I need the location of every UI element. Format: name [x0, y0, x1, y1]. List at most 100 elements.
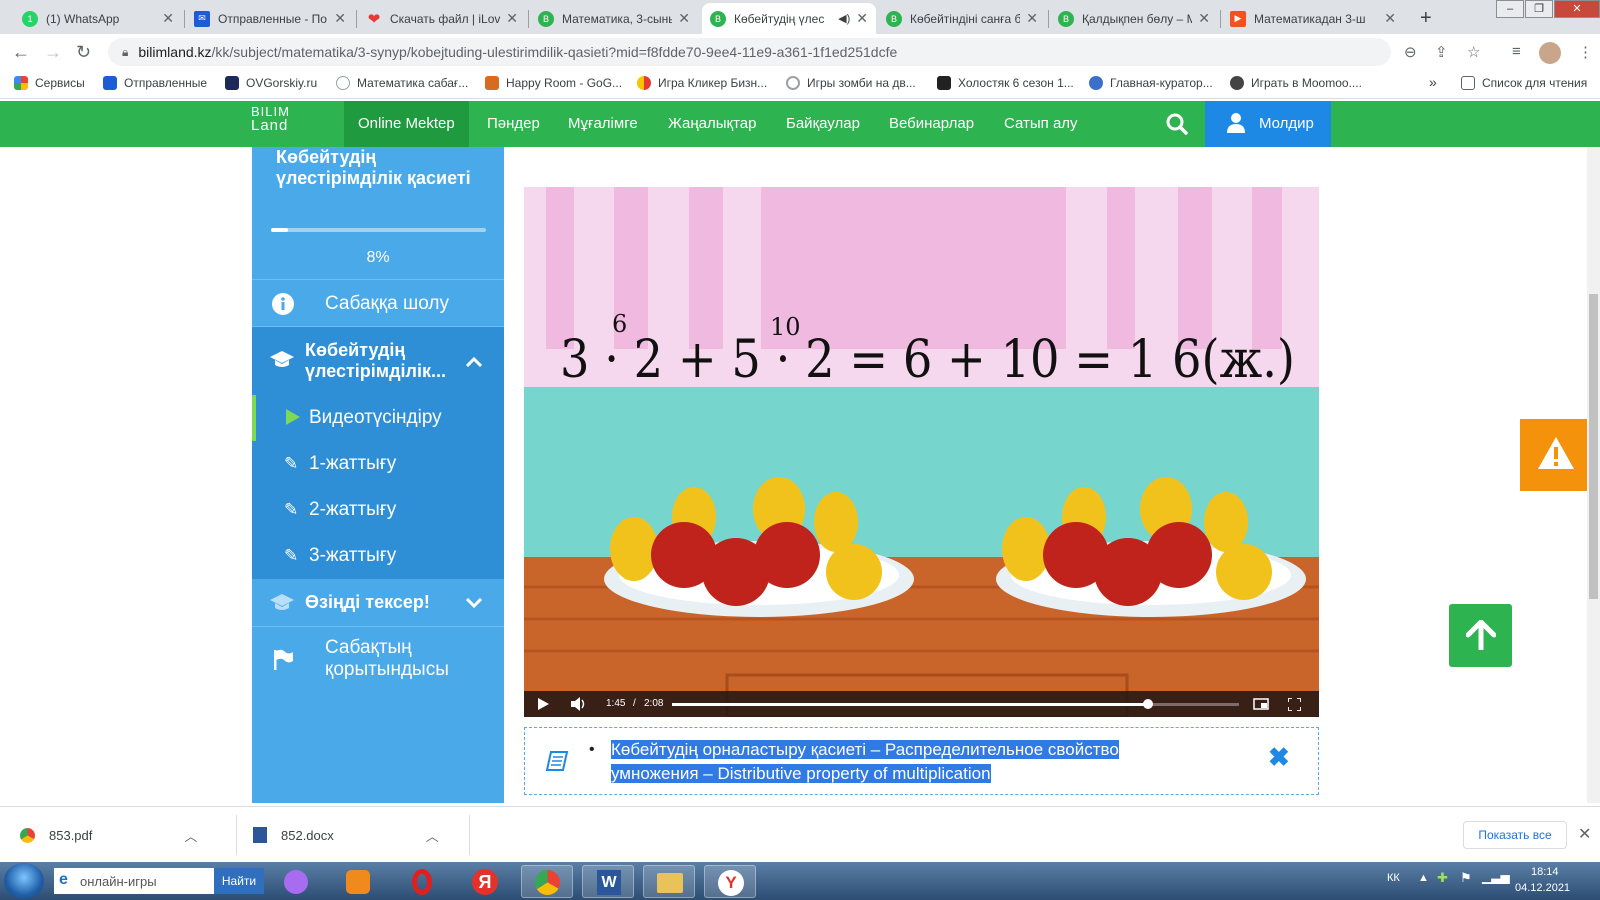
yandex-app-icon[interactable]: Я	[459, 865, 511, 898]
zoom-icon[interactable]: ⊖	[1404, 43, 1417, 61]
sidebar-item-summary[interactable]: Сабақтың қорытындысы	[252, 626, 504, 693]
file-explorer-app-icon[interactable]	[643, 865, 695, 898]
sidebar-sub-video[interactable]: Видеотүсіндіру	[252, 395, 504, 441]
start-button[interactable]	[4, 863, 44, 899]
nav-online-mektep[interactable]: Online Mektep	[344, 101, 469, 147]
network-app-icon[interactable]: ✚	[1437, 870, 1448, 886]
url-field[interactable]: 🔒︎ bilimland.kz/kk/subject/matematika/3-…	[108, 38, 1391, 66]
clock-date[interactable]: 04.12.2021	[1515, 882, 1570, 894]
tab-whatsapp[interactable]: 1 (1) WhatsApp ✕	[14, 3, 182, 34]
bookmark-item[interactable]: Математика сабағ...	[336, 76, 468, 90]
play-button[interactable]	[538, 698, 549, 710]
taskbar-search-input[interactable]: e онлайн-игры	[54, 868, 214, 894]
bookmark-item[interactable]: Happy Room - GoG...	[485, 76, 622, 90]
close-icon[interactable]: ✕	[678, 10, 690, 27]
new-tab-button[interactable]: +	[1420, 7, 1432, 30]
menu-dots-icon[interactable]: ⋮	[1578, 43, 1593, 61]
sidebar-section-self-check[interactable]: Өзіңді тексер!	[252, 579, 504, 626]
taskbar-search-button[interactable]: Найти	[214, 868, 264, 894]
close-icon[interactable]: ✕	[856, 10, 868, 27]
signal-icon[interactable]: ▁▃▅	[1482, 870, 1510, 884]
chevron-down-icon[interactable]	[466, 598, 482, 608]
tab-video[interactable]: ▶ Математикадан 3-ш ✕	[1222, 3, 1404, 34]
seek-handle[interactable]	[1143, 699, 1154, 709]
minimize-button[interactable]: –	[1496, 0, 1524, 18]
alice-app-icon[interactable]	[270, 865, 322, 898]
show-all-downloads-button[interactable]: Показать все	[1463, 821, 1567, 849]
sidebar-sub-exercise-3[interactable]: ✎ 3-жаттығу	[252, 533, 504, 579]
reload-icon[interactable]: ↻	[76, 42, 91, 63]
close-icon[interactable]: ✕	[1026, 10, 1038, 27]
maximize-button[interactable]: ❐	[1525, 0, 1553, 18]
bookmark-item[interactable]: Холостяк 6 сезон 1...	[937, 76, 1074, 90]
k-icon	[937, 76, 951, 90]
show-hidden-icons[interactable]: ▲	[1418, 872, 1429, 884]
nav-buy[interactable]: Сатып алу	[1004, 101, 1078, 147]
bookmark-item[interactable]: Главная-куратор...	[1089, 76, 1213, 90]
bilimland-logo[interactable]: BILIM Land	[251, 105, 290, 134]
close-icon[interactable]: ✕	[1578, 824, 1591, 844]
fullscreen-icon[interactable]	[1288, 698, 1301, 711]
forward-arrow-icon[interactable]: →	[44, 42, 62, 63]
tab-ilove[interactable]: ❤ Скачать файл | iLove ✕	[358, 3, 526, 34]
bookmark-item[interactable]: OVGorskiy.ru	[225, 76, 317, 90]
nav-subjects[interactable]: Пәндер	[487, 101, 540, 147]
close-icon[interactable]: ✕	[162, 10, 174, 27]
volume-icon[interactable]	[571, 697, 586, 711]
bookmark-item[interactable]: Игра Кликер Бизн...	[637, 76, 767, 90]
tab-product[interactable]: B Көбейтіндіні санға б ✕	[878, 3, 1046, 34]
nav-contests[interactable]: Байқаулар	[786, 101, 860, 147]
video-player[interactable]: 6 10 3 · 2 + 5 · 2 = 6 + 10 = 1 6(ж.)	[524, 187, 1319, 717]
sidebar-sub-exercise-1[interactable]: ✎ 1-жаттығу	[252, 441, 504, 487]
sidebar-item-overview[interactable]: Сабаққа шолу	[252, 279, 504, 326]
nav-news[interactable]: Жаңалықтар	[668, 101, 756, 147]
bookmark-item[interactable]: Отправленные	[103, 76, 207, 90]
sidebar-section-lesson[interactable]: Көбейтудің үлестірімділік...	[252, 326, 504, 395]
nav-webinars[interactable]: Вебинарлар	[889, 101, 974, 147]
report-problem-button[interactable]	[1520, 419, 1592, 491]
close-icon[interactable]: ✕	[1384, 10, 1396, 27]
download-item[interactable]: 853.pdf ︿	[20, 807, 197, 863]
sidebar-sub-exercise-2[interactable]: ✎ 2-жаттығу	[252, 487, 504, 533]
picture-in-picture-icon[interactable]	[1253, 698, 1269, 710]
yandex-browser-app-icon[interactable]: Y	[704, 865, 756, 898]
speaker-icon[interactable]: ◀)	[838, 12, 850, 25]
chevron-up-icon[interactable]	[466, 357, 482, 367]
reading-list-button[interactable]: Список для чтения	[1461, 76, 1587, 90]
share-icon[interactable]: ⇪	[1435, 43, 1448, 61]
profile-avatar[interactable]	[1539, 42, 1561, 64]
back-arrow-icon[interactable]: ←	[12, 42, 30, 63]
scrollbar-thumb[interactable]	[1589, 294, 1598, 599]
tab-math[interactable]: B Математика, 3-сынь ✕	[530, 3, 698, 34]
search-icon[interactable]	[1166, 113, 1188, 135]
bookmark-item[interactable]: Сервисы	[14, 76, 85, 90]
flag-icon[interactable]: ⚑	[1460, 870, 1472, 886]
nav-teachers[interactable]: Мұғалімге	[568, 101, 638, 147]
chevron-up-icon[interactable]: ︿	[184, 826, 197, 845]
bookmarks-overflow-button[interactable]: »	[1429, 74, 1437, 90]
word-app-icon[interactable]: W	[582, 865, 634, 898]
language-indicator[interactable]: КК	[1387, 872, 1400, 884]
bookmark-item[interactable]: Игры зомби на дв...	[786, 76, 916, 90]
media-player-app-icon[interactable]	[332, 865, 384, 898]
bookmark-item[interactable]: Играть в Moomoo....	[1230, 76, 1362, 90]
chevron-up-icon[interactable]: ︿	[426, 826, 439, 845]
close-icon[interactable]: ✕	[1198, 10, 1210, 27]
window-close-button[interactable]: ✕	[1554, 0, 1600, 18]
download-item[interactable]: 852.docx ︿	[253, 807, 439, 863]
tab-division[interactable]: B Қалдықпен бөлу – М ✕	[1050, 3, 1218, 34]
seek-bar[interactable]	[672, 699, 1239, 709]
page-scrollbar[interactable]	[1587, 147, 1600, 803]
opera-app-icon[interactable]	[399, 865, 451, 898]
clock-time[interactable]: 18:14	[1531, 866, 1559, 878]
bookmark-star-icon[interactable]: ☆	[1467, 43, 1480, 61]
tab-active[interactable]: B Көбейтудің үлес ◀) ✕	[702, 3, 876, 34]
tab-mail[interactable]: ✉ Отправленные - По ✕	[186, 3, 354, 34]
media-control-icon[interactable]: ≡	[1512, 43, 1521, 60]
chrome-app-icon[interactable]	[521, 865, 573, 898]
scroll-to-top-button[interactable]	[1449, 604, 1512, 667]
close-icon[interactable]: ✕	[334, 10, 346, 27]
close-icon[interactable]: ✕	[506, 10, 518, 27]
user-account-button[interactable]: Молдир	[1205, 101, 1331, 147]
close-icon[interactable]: ✖	[1268, 742, 1290, 773]
